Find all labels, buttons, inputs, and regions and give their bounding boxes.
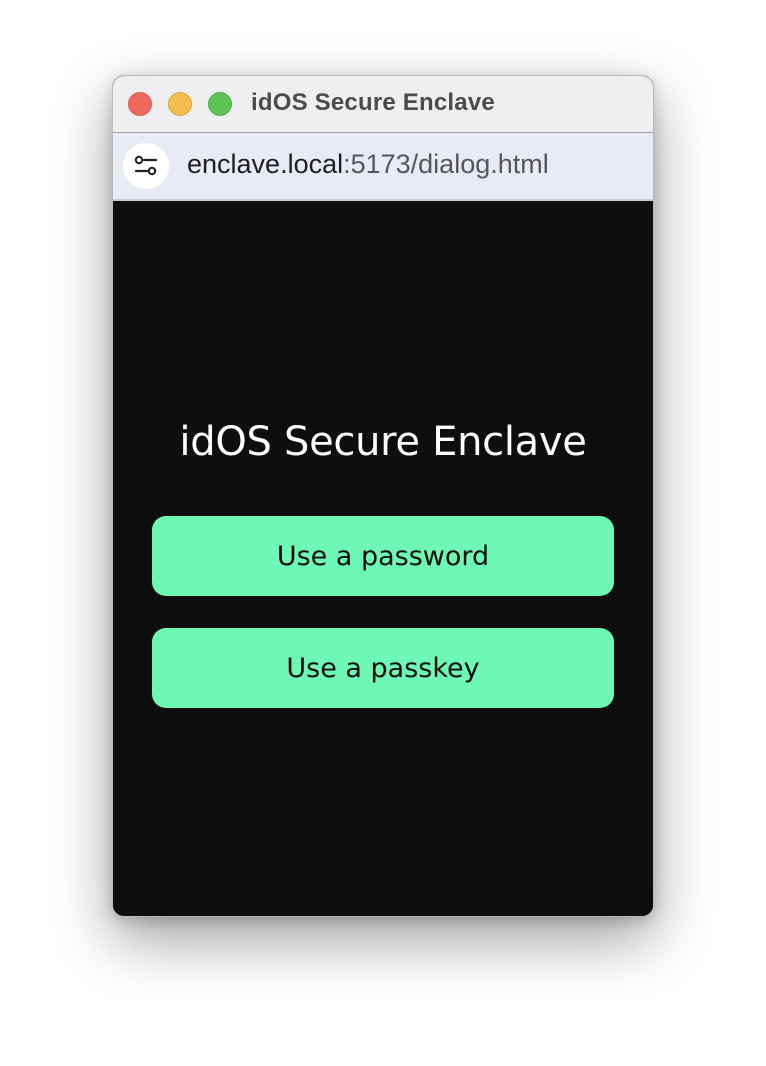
maximize-window-button[interactable] <box>208 92 232 116</box>
url-host: enclave.local <box>187 149 344 179</box>
browser-window: idOS Secure Enclave enclave.local:5173/d… <box>112 75 654 917</box>
address-bar: enclave.local:5173/dialog.html <box>113 133 653 201</box>
use-password-button[interactable]: Use a password <box>152 516 614 596</box>
url-text[interactable]: enclave.local:5173/dialog.html <box>187 149 549 180</box>
title-bar: idOS Secure Enclave <box>113 76 653 133</box>
close-window-button[interactable] <box>128 92 152 116</box>
window-title: idOS Secure Enclave <box>251 89 495 116</box>
dialog-content: idOS Secure Enclave Use a password Use a… <box>113 201 653 916</box>
site-settings-icon <box>134 155 158 176</box>
url-path: :5173/dialog.html <box>343 149 549 179</box>
dialog-heading: idOS Secure Enclave <box>179 419 587 465</box>
site-settings-button[interactable] <box>123 143 169 189</box>
use-passkey-button[interactable]: Use a passkey <box>152 628 614 708</box>
minimize-window-button[interactable] <box>168 92 192 116</box>
